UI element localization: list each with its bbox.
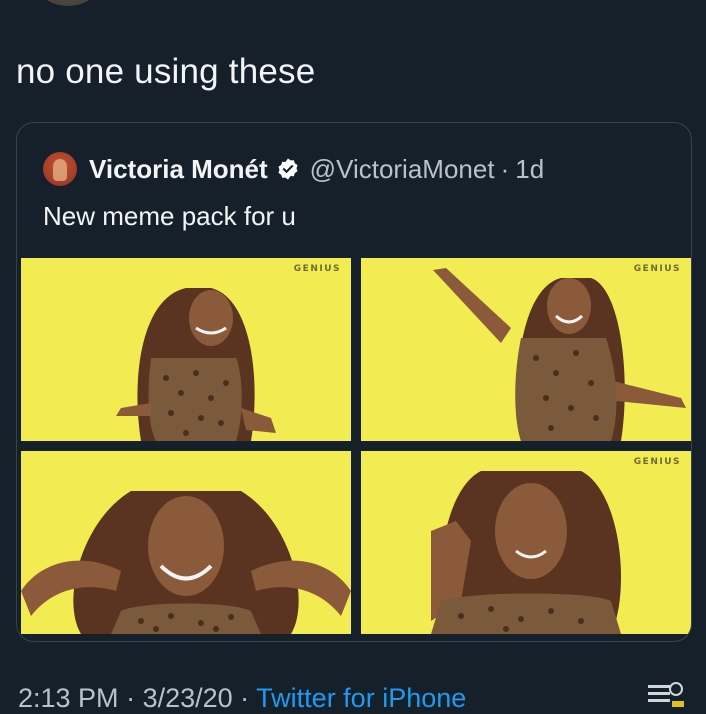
tweet-date[interactable]: 3/23/20 xyxy=(143,683,233,713)
tweet-meta: 2:13 PM · 3/23/20 · Twitter for iPhone xyxy=(18,683,466,714)
media-image-3[interactable] xyxy=(21,451,351,634)
woman-hands-behind-head-image xyxy=(21,491,351,634)
quoted-tweet-text: New meme pack for u xyxy=(43,201,296,231)
verified-badge-icon xyxy=(278,158,298,180)
quoted-author-avatar[interactable] xyxy=(43,152,77,186)
watermark-label: GENIUS xyxy=(633,457,681,467)
meta-separator: · xyxy=(232,683,257,713)
app-logo-icon xyxy=(648,682,684,707)
tweet-text: no one using these xyxy=(16,52,316,91)
meta-separator: · xyxy=(118,683,143,713)
media-image-1[interactable]: GENIUS xyxy=(21,258,351,441)
quoted-author-handle[interactable]: @VictoriaMonet xyxy=(310,154,495,185)
tweet-time[interactable]: 2:13 PM xyxy=(18,683,119,713)
media-image-4[interactable]: GENIUS xyxy=(361,451,691,634)
quoted-tweet-header: Victoria Monét @VictoriaMonet · 1d xyxy=(43,149,544,189)
woman-waving-image xyxy=(433,268,686,441)
tweet-source[interactable]: Twitter for iPhone xyxy=(256,683,466,713)
author-avatar[interactable] xyxy=(40,0,96,6)
woman-small-gesture-image xyxy=(431,471,621,634)
quoted-tweet-card[interactable]: Victoria Monét @VictoriaMonet · 1d New m… xyxy=(16,122,692,642)
watermark-label: GENIUS xyxy=(633,264,681,274)
media-grid: GENIUS GENIUS GENIUS xyxy=(21,258,691,641)
media-image-2[interactable]: GENIUS xyxy=(361,258,691,441)
quoted-author-name[interactable]: Victoria Monét xyxy=(89,154,268,185)
quoted-tweet-age[interactable]: 1d xyxy=(515,154,544,185)
woman-gesturing-image xyxy=(116,288,276,441)
watermark-label: GENIUS xyxy=(293,264,341,274)
header-separator: · xyxy=(500,153,510,184)
